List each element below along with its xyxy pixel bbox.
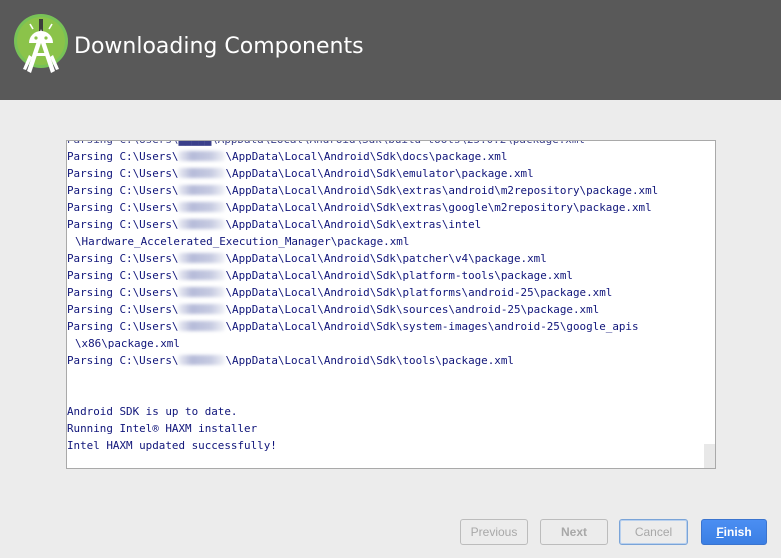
redacted-username [178, 321, 226, 331]
path-prefix: Parsing C:\Users\ [67, 150, 179, 163]
console-status-line: Android SDK is up to date. [67, 405, 238, 418]
redacted-username [178, 253, 226, 263]
console-line-continuation: \x86\package.xml [75, 337, 180, 350]
console-line-continuation: \Hardware_Accelerated_Execution_Manager\… [75, 235, 410, 248]
console-line: Parsing C:\Users\ \AppData\Local\Android\… [67, 165, 715, 182]
redacted-username [178, 151, 226, 161]
finish-label: inish [723, 525, 752, 539]
redacted-username [178, 168, 226, 178]
redacted-username [178, 287, 226, 297]
path-suffix: \AppData\Local\Android\Sdk\docs\package.… [225, 150, 508, 163]
path-suffix: \AppData\Local\Android\Sdk\patcher\v4\pa… [225, 252, 547, 265]
redacted-username [178, 355, 226, 365]
console-line: Parsing C:\Users\ \AppData\Local\Android\… [67, 216, 715, 233]
console-line: Parsing C:\Users\ \AppData\Local\Android\… [67, 148, 715, 165]
path-prefix: Parsing C:\Users\ [67, 184, 179, 197]
path-prefix: Parsing C:\Users\ [67, 218, 179, 231]
finish-mnemonic: F [716, 525, 724, 539]
console-line: Parsing C:\Users\ \AppData\Local\Android\… [67, 301, 715, 318]
path-suffix: \AppData\Local\Android\Sdk\extras\intel [225, 218, 482, 231]
console-status-line: Running Intel® HAXM installer [67, 422, 258, 435]
console-line: Parsing C:\Users\ \AppData\Local\Android\… [67, 284, 715, 301]
path-prefix: Parsing C:\Users\ [67, 354, 179, 367]
path-suffix: \AppData\Local\Android\Sdk\system-images… [225, 320, 639, 333]
path-prefix: Parsing C:\Users\ [67, 286, 179, 299]
path-prefix: Parsing C:\Users\ [67, 269, 179, 282]
path-prefix: Parsing C:\Users\ [67, 167, 179, 180]
console-line: Parsing C:\Users\ \AppData\Local\Android\… [67, 352, 715, 369]
page-title: Downloading Components [74, 34, 364, 59]
scrollbar-thumb[interactable] [704, 444, 715, 468]
path-prefix: Parsing C:\Users\ [67, 252, 179, 265]
redacted-username [178, 202, 226, 212]
path-suffix: \AppData\Local\Android\Sdk\emulator\pack… [225, 167, 534, 180]
android-studio-logo [14, 14, 68, 73]
finish-button[interactable]: Finish [701, 519, 767, 545]
redacted-username [178, 304, 226, 314]
redacted-username [178, 185, 226, 195]
console-line-partial: Parsing C:\Users\█████\AppData\Local\And… [67, 141, 715, 148]
previous-button[interactable]: Previous [460, 519, 528, 545]
path-suffix: \AppData\Local\Android\Sdk\extras\androi… [225, 184, 659, 197]
console-line: Parsing C:\Users\ \AppData\Local\Android\… [67, 250, 715, 267]
console-output[interactable]: Parsing C:\Users\█████\AppData\Local\And… [66, 140, 716, 469]
path-suffix: \AppData\Local\Android\Sdk\platform-tool… [225, 269, 573, 282]
path-prefix: Parsing C:\Users\ [67, 201, 179, 214]
header-banner: Downloading Components [0, 0, 781, 100]
path-suffix: \AppData\Local\Android\Sdk\tools\package… [225, 354, 514, 367]
redacted-username [178, 219, 226, 229]
path-prefix: Parsing C:\Users\ [67, 320, 179, 333]
path-prefix: Parsing C:\Users\ [67, 303, 179, 316]
console-content: Parsing C:\Users\█████\AppData\Local\And… [67, 141, 715, 454]
console-status-line: Intel HAXM updated successfully! [67, 439, 277, 452]
console-line: Parsing C:\Users\ \AppData\Local\Android\… [67, 182, 715, 199]
console-line: Parsing C:\Users\ \AppData\Local\Android\… [67, 318, 715, 335]
path-suffix: \AppData\Local\Android\Sdk\sources\andro… [225, 303, 600, 316]
next-button[interactable]: Next [540, 519, 608, 545]
console-line: Parsing C:\Users\ \AppData\Local\Android\… [67, 199, 715, 216]
redacted-username [178, 270, 226, 280]
cancel-button[interactable]: Cancel [619, 519, 688, 545]
path-suffix: \AppData\Local\Android\Sdk\extras\google… [225, 201, 652, 214]
path-suffix: \AppData\Local\Android\Sdk\platforms\and… [225, 286, 613, 299]
vertical-scrollbar[interactable] [704, 141, 715, 468]
console-line: Parsing C:\Users\ \AppData\Local\Android\… [67, 267, 715, 284]
